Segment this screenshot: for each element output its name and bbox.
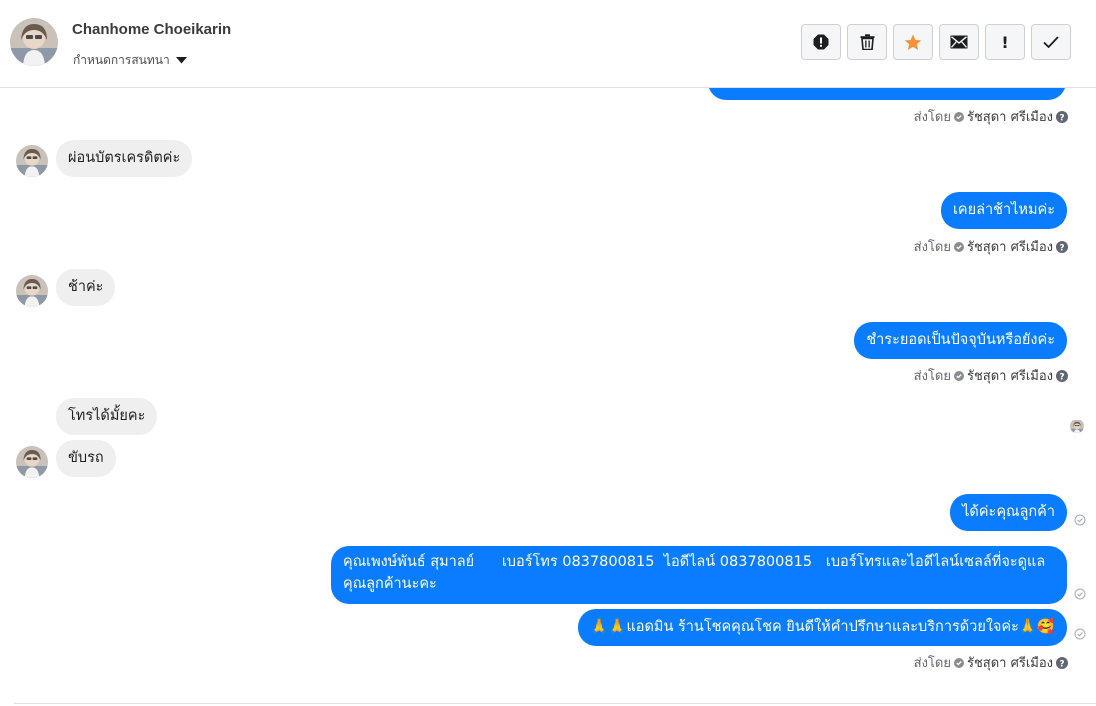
star-button[interactable] [893, 24, 933, 60]
help-icon[interactable]: ? [1056, 240, 1068, 253]
customer-avatar [16, 275, 48, 307]
mark-done-button[interactable] [1031, 24, 1071, 60]
help-icon[interactable]: ? [1056, 656, 1068, 669]
agent-name[interactable]: รัชสุดา ศรีเมือง [967, 236, 1053, 257]
svg-text:?: ? [1059, 372, 1064, 382]
help-icon[interactable]: ? [1056, 369, 1068, 382]
message-bubble-incoming[interactable]: ช้าค่ะ [56, 269, 116, 306]
exclamation-icon: ! [1001, 32, 1009, 52]
agent-name[interactable]: รัชสุดา ศรีเมือง [967, 365, 1053, 386]
sent-by-row: ส่งโดย รัชสุดา ศรีเมือง ? [914, 365, 1068, 386]
message-thread[interactable]: ส่งโดย รัชสุดา ศรีเมือง ? ผ่อนบัตรเครดิต… [0, 0, 1096, 706]
sent-by-label: ส่งโดย [913, 656, 951, 671]
svg-text:?: ? [1059, 113, 1064, 123]
verified-icon [953, 657, 964, 668]
agent-name[interactable]: รัชสุดา ศรีเมือง [967, 106, 1053, 127]
message-bubble-outgoing[interactable]: คุณเพงษ์พันธ์ สุมาลย์ เบอร์โทร 083780081… [331, 546, 1067, 604]
agent-name[interactable]: รัชสุดา ศรีเมือง [967, 652, 1053, 673]
message-text-line: คุณลูกค้านะคะ [343, 576, 437, 592]
message-bubble-incoming[interactable]: ผ่อนบัตรเครดิตค่ะ [56, 140, 193, 177]
sent-by-row: ส่งโดย รัชสุดา ศรีเมือง ? [914, 652, 1068, 673]
delete-button[interactable] [847, 24, 887, 60]
customer-avatar [16, 446, 48, 478]
customer-avatar [16, 145, 48, 177]
composer-divider [14, 703, 1096, 704]
sent-by-row: ส่งโดย รัชสุดา ศรีเมือง ? [914, 236, 1068, 257]
sent-check-icon [1074, 628, 1086, 640]
contact-name[interactable]: Chanhome Choeikarin [72, 21, 231, 38]
report-spam-button[interactable] [801, 24, 841, 60]
sent-by-label: ส่งโดย [913, 110, 951, 125]
help-icon[interactable]: ? [1056, 110, 1068, 123]
contact-avatar[interactable] [10, 18, 58, 66]
verified-icon [953, 111, 964, 122]
message-bubble-outgoing[interactable]: 🙏🙏แอดมิน ร้านโชคคุณโชค ยินดีให้คำปรึกษาแ… [578, 609, 1067, 646]
sent-check-icon [1074, 588, 1086, 600]
conversation-settings-label: กำหนดการสนทนา [73, 53, 170, 67]
message-bubble-incoming[interactable]: ขับรถ [56, 440, 116, 477]
message-text-line: คุณเพงษ์พันธ์ สุมาลย์ เบอร์โทร 083780081… [343, 554, 1046, 570]
conversation-settings-dropdown[interactable]: กำหนดการสนทนา [73, 51, 187, 70]
message-bubble-outgoing[interactable]: เคยล่าช้าไหมค่ะ [940, 192, 1067, 229]
svg-text:?: ? [1059, 659, 1064, 669]
conversation-actions: ! [801, 24, 1071, 60]
checkmark-icon [1043, 36, 1059, 48]
mark-unread-button[interactable] [939, 24, 979, 60]
sent-by-row: ส่งโดย รัชสุดา ศรีเมือง ? [914, 106, 1068, 127]
svg-text:?: ? [1059, 243, 1064, 253]
verified-icon [953, 241, 964, 252]
conversation-header: Chanhome Choeikarin กำหนดการสนทนา ! [0, 0, 1096, 88]
star-icon [904, 34, 922, 50]
sent-check-icon [1074, 514, 1086, 526]
messenger-conversation: ส่งโดย รัชสุดา ศรีเมือง ? ผ่อนบัตรเครดิต… [0, 0, 1096, 706]
sent-by-label: ส่งโดย [913, 240, 951, 255]
report-spam-icon [813, 34, 829, 50]
mail-icon [950, 35, 968, 49]
message-bubble-incoming[interactable]: โทรได้มั้ยคะ [56, 398, 158, 435]
verified-icon [953, 370, 964, 381]
caret-down-icon [175, 57, 187, 64]
message-bubble-outgoing[interactable]: ได้ค่ะคุณลูกค้า [950, 494, 1067, 531]
trash-icon [860, 34, 874, 50]
follow-up-button[interactable]: ! [985, 24, 1025, 60]
message-bubble-outgoing[interactable]: ชำระยอดเป็นปัจจุบันหรือยังค่ะ [854, 322, 1067, 359]
seen-avatar [1070, 419, 1084, 433]
sent-by-label: ส่งโดย [913, 369, 951, 384]
